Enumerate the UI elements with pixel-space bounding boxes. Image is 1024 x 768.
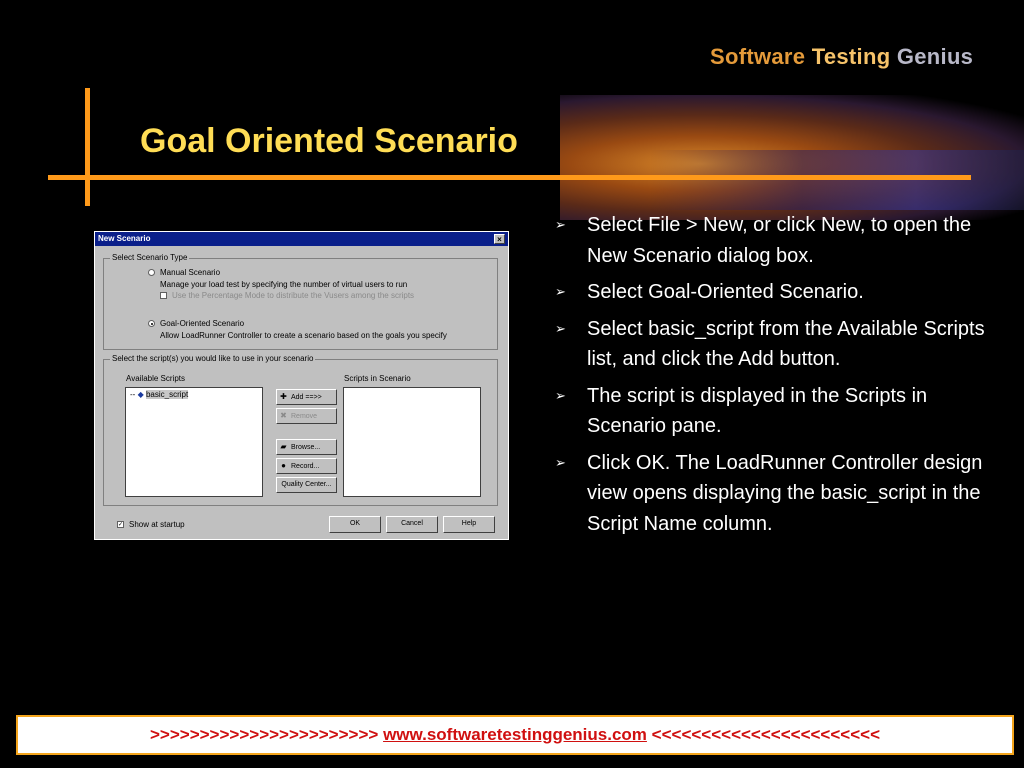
record-button[interactable]: ● Record... — [276, 458, 337, 474]
add-button-label: Add ==>> — [291, 394, 322, 401]
available-scripts-list[interactable]: -- ◆ basic_script — [125, 387, 263, 497]
bullet-list: ➢ Select File > New, or click New, to ope… — [555, 210, 995, 545]
manual-scenario-desc: Manage your load test by specifying the … — [160, 280, 408, 289]
scenario-type-group: Select Scenario Type Manual Scenario Man… — [103, 253, 498, 350]
browse-button-label: Browse... — [291, 444, 321, 451]
dialog-title: New Scenario — [98, 234, 151, 243]
arrow-bullet-icon: ➢ — [555, 284, 566, 299]
folder-icon: ▰ — [280, 442, 287, 451]
remove-button[interactable]: ✖ Remove — [276, 408, 337, 424]
accent-horizontal-line — [48, 175, 971, 180]
basic-script-item: basic_script — [145, 390, 189, 399]
list-item[interactable]: -- ◆ basic_script — [130, 390, 189, 399]
add-script-icon: ✚ — [280, 392, 287, 401]
goal-oriented-radio[interactable] — [148, 320, 155, 327]
ok-button[interactable]: OK — [329, 516, 381, 533]
brand-logo: Software Testing Genius — [710, 44, 973, 70]
scripts-group-label: Select the script(s) you would like to u… — [110, 354, 316, 363]
arrow-bullet-icon: ➢ — [555, 387, 566, 403]
arrow-bullet-icon: ➢ — [555, 454, 566, 470]
logo-part-testing: Testing — [811, 44, 891, 69]
show-at-startup-checkbox[interactable]: ✓ — [117, 521, 124, 528]
arrow-bullet-icon: ➢ — [555, 217, 566, 232]
close-icon[interactable]: × — [494, 234, 505, 244]
bullet-text: Click OK. The LoadRunner Controller desi… — [587, 451, 983, 535]
bullet-text: Select File > New, or click New, to open… — [587, 214, 972, 267]
bullet-item: ➢ Click OK. The LoadRunner Controller des… — [555, 448, 995, 540]
show-at-startup-label: Show at startup — [129, 520, 185, 529]
scenario-type-group-label: Select Scenario Type — [110, 253, 190, 262]
cancel-button[interactable]: Cancel — [386, 516, 438, 533]
footer-arrows-right: <<<<<<<<<<<<<<<<<<<<<<< — [651, 725, 880, 744]
remove-script-icon: ✖ — [280, 411, 287, 420]
footer-banner: >>>>>>>>>>>>>>>>>>>>>>> www.softwaretest… — [16, 715, 1014, 755]
bullet-text: Select Goal-Oriented Scenario. — [587, 281, 864, 303]
bullet-text: The script is displayed in the Scripts i… — [587, 384, 928, 438]
tree-connector: -- — [130, 390, 136, 399]
bullet-text: Select basic_script from the Available S… — [587, 317, 985, 371]
bullet-item: ➢ Select Goal-Oriented Scenario. — [555, 277, 995, 308]
footer-arrows-left: >>>>>>>>>>>>>>>>>>>>>>> — [149, 725, 379, 744]
add-button[interactable]: ✚ Add ==>> — [276, 389, 337, 405]
percentage-mode-checkbox[interactable] — [160, 292, 167, 299]
goal-oriented-desc: Allow LoadRunner Controller to create a … — [160, 331, 447, 340]
record-icon: ● — [281, 461, 286, 470]
logo-part-genius: Genius — [890, 44, 974, 69]
remove-button-label: Remove — [291, 413, 318, 420]
bullet-item: ➢ The script is displayed in the Scripts … — [555, 381, 995, 442]
scripts-in-scenario-label: Scripts in Scenario — [344, 374, 411, 383]
manual-scenario-label: Manual Scenario — [160, 268, 221, 277]
bullet-item: ➢ Select basic_script from the Available … — [555, 314, 995, 375]
browse-button[interactable]: ▰ Browse... — [276, 439, 337, 455]
accent-vertical-line — [85, 88, 90, 206]
quality-center-button[interactable]: Quality Center... — [276, 477, 337, 493]
footer-website-link[interactable]: www.softwaretestinggenius.com — [383, 725, 647, 744]
logo-part-software: Software — [710, 44, 812, 69]
help-button[interactable]: Help — [443, 516, 495, 533]
scripts-in-scenario-list[interactable] — [343, 387, 481, 497]
dialog-titlebar: New Scenario × — [95, 232, 508, 246]
available-scripts-label: Available Scripts — [126, 374, 185, 383]
background-swoosh — [650, 150, 1024, 210]
percentage-mode-label: Use the Percentage Mode to distribute th… — [172, 291, 415, 300]
goal-oriented-label: Goal-Oriented Scenario — [160, 319, 245, 328]
arrow-bullet-icon: ➢ — [555, 320, 566, 336]
script-icon: ◆ — [137, 390, 144, 399]
record-button-label: Record... — [291, 463, 320, 470]
slide-title: Goal Oriented Scenario — [140, 122, 518, 160]
manual-scenario-radio[interactable] — [148, 269, 155, 276]
bullet-item: ➢ Select File > New, or click New, to ope… — [555, 210, 995, 271]
new-scenario-dialog: New Scenario × Select Scenario Type Manu… — [94, 231, 509, 540]
slide: Software Testing Genius Goal Oriented Sc… — [0, 0, 1024, 768]
